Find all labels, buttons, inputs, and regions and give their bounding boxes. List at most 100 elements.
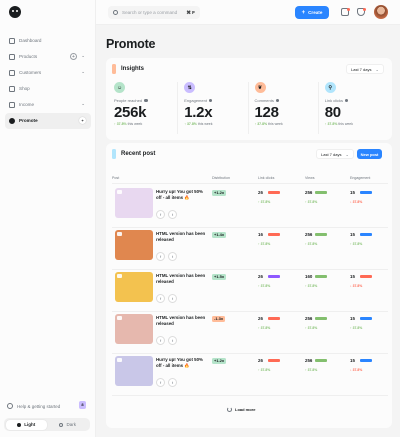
metric-0: ☺ People reached 256k ↑ 37.8% this week <box>112 82 179 134</box>
theme-dark-label: Dark <box>66 422 76 427</box>
promote-icon <box>9 117 15 124</box>
moon-icon <box>59 422 64 427</box>
facebook-icon[interactable]: f <box>156 210 165 219</box>
facebook-icon[interactable]: f <box>156 294 165 303</box>
facebook-icon[interactable]: f <box>156 336 165 345</box>
logo-icon[interactable] <box>9 6 21 18</box>
metric-suffix: this week <box>127 122 143 126</box>
users-icon: ☺ <box>114 82 125 93</box>
column-views: Views <box>305 176 315 180</box>
table-row[interactable]: HTML version has been released f t +1.4x 16 ↑… <box>112 228 388 270</box>
views-bar <box>315 233 327 237</box>
sidebar: Dashboard Products + ⌄ Customers ⌄ Shop Inc… <box>0 0 96 437</box>
metric-suffix: this week <box>197 122 213 126</box>
post-thumbnail[interactable] <box>115 272 153 302</box>
post-thumbnail[interactable] <box>115 314 153 344</box>
twitter-icon[interactable]: t <box>168 336 177 345</box>
views-trend: ↑ 37.8% <box>305 284 317 288</box>
sidebar-item-customers[interactable]: Customers ⌄ <box>5 65 91 81</box>
table-row[interactable]: HTML version has been released f t +1.5x 26 ↑… <box>112 270 388 312</box>
bell-icon[interactable] <box>357 7 366 16</box>
table-row[interactable]: HTML version has been released f t -1.3x 26 ↑… <box>112 312 388 354</box>
clicks-value: 26 <box>258 358 263 363</box>
add-product-icon[interactable]: + <box>70 52 77 60</box>
distribution-badge: +1.2x <box>212 358 227 364</box>
info-icon[interactable] <box>144 98 148 103</box>
views-value-row: 256 <box>305 232 327 237</box>
insights-card: Insights Last 7 days ⌄ ☺ People reached 256… <box>106 58 392 140</box>
facebook-icon[interactable]: f <box>156 378 165 387</box>
home-icon <box>9 37 15 44</box>
twitter-icon[interactable]: t <box>168 294 177 303</box>
post-title[interactable]: HTML version has been released <box>156 273 206 285</box>
sidebar-item-dashboard[interactable]: Dashboard <box>5 33 91 49</box>
twitter-icon[interactable]: t <box>168 252 177 261</box>
sidebar-item-label: Shop <box>19 86 30 92</box>
engagement-value: 15 <box>350 274 355 279</box>
leaf-icon: ❦ <box>254 82 266 93</box>
help-link[interactable]: Help & getting started 8 <box>7 401 89 409</box>
engagement-bar <box>360 359 372 363</box>
facebook-icon[interactable]: f <box>156 252 165 261</box>
views-trend: ↑ 37.8% <box>305 326 317 330</box>
engagement-change: 37.8% <box>352 284 363 288</box>
clicks-bar <box>268 275 280 279</box>
post-thumbnail[interactable] <box>115 356 153 386</box>
views-change: 37.8% <box>307 242 318 246</box>
views-value: 160 <box>305 274 313 279</box>
social-icons: ft <box>156 378 180 387</box>
sidebar-item-promote[interactable]: Promote + <box>5 113 91 129</box>
chevron-down-icon[interactable]: ⌄ <box>81 69 85 75</box>
engagement-bar <box>360 191 372 195</box>
clicks-trend: ↑ 37.8% <box>258 200 270 204</box>
clicks-value-row: 26 <box>258 358 280 363</box>
create-button[interactable]: + Create <box>295 6 329 19</box>
table-row[interactable]: Hurry up! You got 50% off - all items 🔥 f… <box>112 354 388 396</box>
table-row[interactable]: Hurry up! You got 50% off - all items 🔥 f… <box>112 186 388 228</box>
theme-dark-button[interactable]: Dark <box>47 420 89 430</box>
post-title[interactable]: HTML version has been released <box>156 315 206 327</box>
engagement-value-row: 15 <box>350 358 372 363</box>
add-icon[interactable]: + <box>79 117 86 124</box>
metric-suffix: this week <box>268 122 283 126</box>
chevron-down-icon: ⌄ <box>345 151 349 157</box>
engagement-value-row: 15 <box>350 190 372 195</box>
insights-range-select[interactable]: Last 7 days ⌄ <box>346 64 384 74</box>
metric-3: ⚲ Link clicks 80 ↑ 37.8% this week <box>319 82 388 134</box>
clicks-trend: ↑ 37.8% <box>258 242 270 246</box>
post-title[interactable]: Hurry up! You got 50% off - all items 🔥 <box>156 357 206 369</box>
help-count-badge: 8 <box>79 401 86 409</box>
twitter-icon[interactable]: t <box>168 378 177 387</box>
info-icon[interactable] <box>208 98 213 103</box>
metric-2: ❦ Comments 128 ↑ 37.8% this week <box>249 82 319 134</box>
message-icon[interactable] <box>341 7 350 16</box>
chevron-down-icon[interactable]: ⌄ <box>81 101 85 107</box>
post-title[interactable]: HTML version has been released <box>156 231 206 243</box>
topbar: Search or type a command ⌘ F + Create <box>96 0 400 25</box>
recent-range-select[interactable]: Last 7 days ⌄ <box>316 149 354 159</box>
new-post-button[interactable]: New post <box>357 149 382 159</box>
load-more-button[interactable]: Load more <box>227 407 255 412</box>
metric-1: ⇅ Engagement 1.2x ↑ 37.8% this week <box>178 82 249 134</box>
twitter-icon[interactable]: t <box>168 210 177 219</box>
theme-light-button[interactable]: Light <box>5 419 47 430</box>
avatar[interactable] <box>374 5 388 19</box>
post-title[interactable]: Hurry up! You got 50% off - all items 🔥 <box>156 189 206 201</box>
views-value-row: 160 <box>305 274 327 279</box>
sidebar-item-income[interactable]: Income ⌄ <box>5 97 91 113</box>
metric-value: 80 <box>324 104 341 121</box>
sidebar-item-shop[interactable]: Shop <box>5 81 91 97</box>
chevron-down-icon[interactable]: ⌄ <box>81 53 85 59</box>
info-icon[interactable] <box>275 98 280 103</box>
search-input[interactable]: Search or type a command ⌘ F <box>108 6 200 19</box>
metric-trend: ↑ 37.8% this week <box>184 122 247 126</box>
post-thumbnail[interactable] <box>115 230 153 260</box>
distribution-badge: +1.2x <box>212 190 227 196</box>
recent-post-title: Recent post <box>121 151 156 157</box>
sidebar-item-products[interactable]: Products + ⌄ <box>5 49 91 65</box>
post-thumbnail[interactable] <box>115 188 153 218</box>
metric-change: 37.8% <box>186 122 197 126</box>
metric-change: 37.8% <box>116 122 127 126</box>
social-icons: ft <box>156 336 180 345</box>
info-icon[interactable] <box>344 98 349 103</box>
